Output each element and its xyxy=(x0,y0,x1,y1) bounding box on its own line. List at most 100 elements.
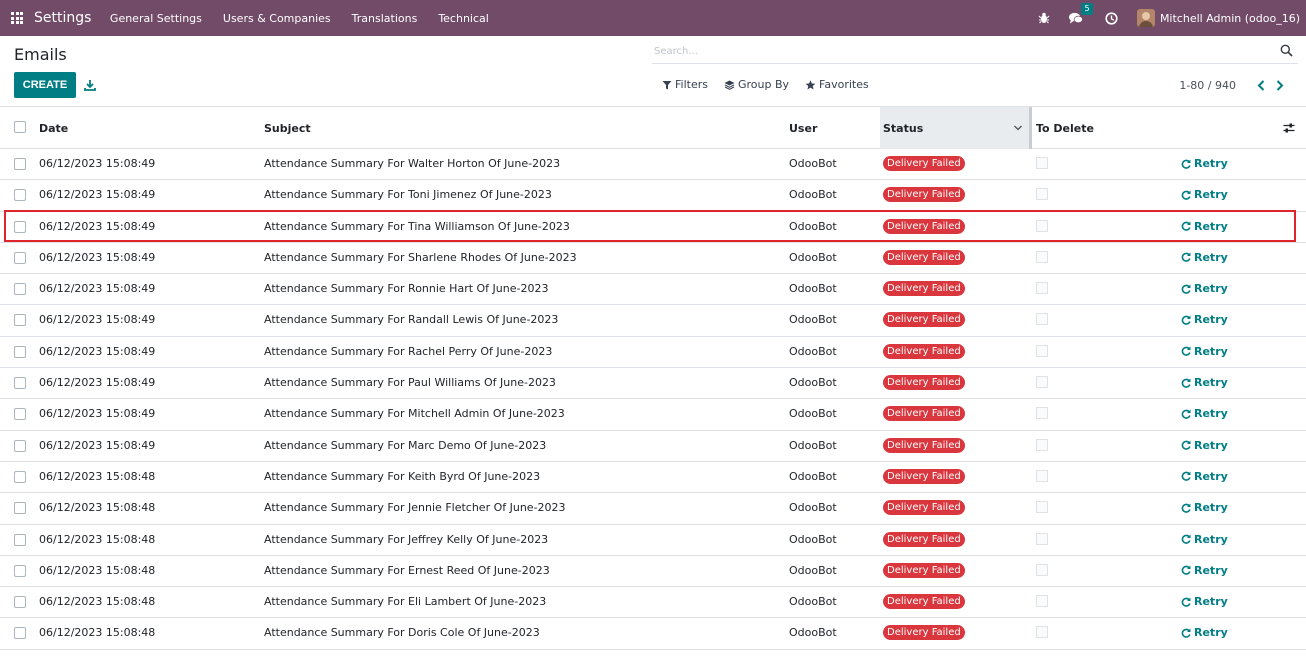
row-checkbox[interactable] xyxy=(14,564,26,577)
header-to-delete[interactable]: To Delete xyxy=(1036,122,1094,135)
retry-button[interactable]: Retry xyxy=(1181,501,1228,514)
table-row[interactable]: 06/12/2023 15:08:48 Attendance Summary Fo… xyxy=(0,556,1306,588)
select-all-checkbox[interactable] xyxy=(14,121,26,133)
header-user[interactable]: User xyxy=(789,122,817,135)
activity-clock-icon[interactable] xyxy=(1105,11,1119,25)
user-name[interactable]: Mitchell Admin (odoo_16) xyxy=(1160,12,1300,25)
table-row[interactable]: 06/12/2023 15:08:48 Attendance Summary Fo… xyxy=(0,618,1306,650)
column-resize-handle[interactable] xyxy=(1029,107,1032,149)
page-title: Emails xyxy=(14,45,67,64)
row-checkbox[interactable] xyxy=(14,283,26,296)
menu-general-settings[interactable]: General Settings xyxy=(99,12,212,25)
header-date[interactable]: Date xyxy=(39,122,68,135)
filters-button[interactable]: Filters xyxy=(662,78,708,91)
filter-icon xyxy=(662,80,672,89)
row-checkbox[interactable] xyxy=(14,220,26,233)
retry-label: Retry xyxy=(1194,313,1228,327)
retry-button[interactable]: Retry xyxy=(1181,470,1228,483)
refresh-icon xyxy=(1181,159,1191,169)
cell-subject: Attendance Summary For Jennie Fletcher O… xyxy=(264,501,566,515)
menu-users-companies[interactable]: Users & Companies xyxy=(212,12,341,25)
refresh-icon xyxy=(1181,190,1191,200)
retry-button[interactable]: Retry xyxy=(1181,313,1228,326)
create-button[interactable]: CREATE xyxy=(14,72,76,98)
row-checkbox[interactable] xyxy=(14,345,26,358)
row-checkbox[interactable] xyxy=(14,189,26,202)
row-checkbox[interactable] xyxy=(14,470,26,483)
retry-button[interactable]: Retry xyxy=(1181,564,1228,577)
to-delete-checkbox xyxy=(1036,469,1048,482)
pager-value[interactable]: 1-80 / 940 xyxy=(1179,79,1236,92)
row-checkbox[interactable] xyxy=(14,251,26,264)
table-row[interactable]: 06/12/2023 15:08:49 Attendance Summary Fo… xyxy=(0,180,1306,212)
table-row[interactable]: 06/12/2023 15:08:48 Attendance Summary Fo… xyxy=(0,525,1306,556)
table-row[interactable]: 06/12/2023 15:08:48 Attendance Summary Fo… xyxy=(0,587,1306,619)
retry-label: Retry xyxy=(1194,250,1228,264)
row-checkbox[interactable] xyxy=(14,533,26,546)
table-row[interactable]: 06/12/2023 15:08:49 Attendance Summary Fo… xyxy=(0,305,1306,337)
cell-subject: Attendance Summary For Marc Demo Of June… xyxy=(264,438,547,452)
row-checkbox[interactable] xyxy=(14,158,26,170)
retry-button[interactable]: Retry xyxy=(1181,626,1228,639)
chat-icon[interactable]: 5 xyxy=(1068,3,1094,25)
retry-button[interactable]: Retry xyxy=(1181,595,1228,608)
row-checkbox[interactable] xyxy=(14,596,26,609)
sort-chevron-down-icon[interactable] xyxy=(1013,123,1023,133)
menu-technical[interactable]: Technical xyxy=(428,12,500,25)
apps-menu-icon[interactable] xyxy=(11,12,23,24)
menu-translations[interactable]: Translations xyxy=(341,12,428,25)
optional-columns-sliders-icon[interactable] xyxy=(1283,122,1295,134)
to-delete-checkbox xyxy=(1036,282,1048,295)
retry-button[interactable]: Retry xyxy=(1181,376,1228,389)
bug-icon[interactable] xyxy=(1037,11,1051,25)
table-row[interactable]: 06/12/2023 15:08:49 Attendance Summary Fo… xyxy=(0,337,1306,369)
retry-button[interactable]: Retry xyxy=(1181,533,1228,546)
table-body: 06/12/2023 15:08:49 Attendance Summary Fo… xyxy=(0,149,1306,650)
retry-button[interactable]: Retry xyxy=(1181,157,1228,170)
row-checkbox[interactable] xyxy=(14,408,26,421)
retry-button[interactable]: Retry xyxy=(1181,251,1228,264)
row-checkbox[interactable] xyxy=(14,377,26,390)
cell-user: OdooBot xyxy=(789,376,837,390)
retry-button[interactable]: Retry xyxy=(1181,220,1228,233)
cell-user: OdooBot xyxy=(789,595,837,609)
refresh-icon xyxy=(1181,440,1191,450)
cell-user: OdooBot xyxy=(789,344,837,358)
table-row[interactable]: 06/12/2023 15:08:49 Attendance Summary Fo… xyxy=(0,212,1306,243)
row-checkbox[interactable] xyxy=(14,439,26,452)
table-row[interactable]: 06/12/2023 15:08:49 Attendance Summary Fo… xyxy=(0,399,1306,431)
star-icon xyxy=(805,79,816,89)
table-row[interactable]: 06/12/2023 15:08:48 Attendance Summary Fo… xyxy=(0,493,1306,525)
group-by-button[interactable]: Group By xyxy=(724,78,789,91)
table-row[interactable]: 06/12/2023 15:08:49 Attendance Summary Fo… xyxy=(0,149,1306,181)
table-row[interactable]: 06/12/2023 15:08:49 Attendance Summary Fo… xyxy=(0,431,1306,462)
cell-date: 06/12/2023 15:08:49 xyxy=(39,438,156,452)
group-by-label: Group By xyxy=(737,78,790,91)
row-checkbox[interactable] xyxy=(14,627,26,640)
retry-button[interactable]: Retry xyxy=(1181,345,1228,358)
header-status[interactable]: Status xyxy=(883,122,923,135)
table-row[interactable]: 06/12/2023 15:08:49 Attendance Summary Fo… xyxy=(0,368,1306,400)
favorites-button[interactable]: Favorites xyxy=(805,78,869,91)
table-row[interactable]: 06/12/2023 15:08:49 Attendance Summary Fo… xyxy=(0,243,1306,275)
row-checkbox[interactable] xyxy=(14,502,26,515)
user-avatar[interactable] xyxy=(1136,9,1155,27)
retry-button[interactable]: Retry xyxy=(1181,282,1228,295)
cell-date: 06/12/2023 15:08:49 xyxy=(39,407,156,421)
retry-button[interactable]: Retry xyxy=(1181,407,1228,420)
refresh-icon xyxy=(1181,315,1191,325)
retry-button[interactable]: Retry xyxy=(1181,188,1228,201)
pager-next-icon[interactable] xyxy=(1274,78,1286,92)
download-icon[interactable] xyxy=(84,79,96,91)
refresh-icon xyxy=(1181,628,1191,638)
search-icon[interactable] xyxy=(1280,44,1293,57)
header-subject[interactable]: Subject xyxy=(264,122,311,135)
table-row[interactable]: 06/12/2023 15:08:49 Attendance Summary Fo… xyxy=(0,274,1306,306)
table-row[interactable]: 06/12/2023 15:08:48 Attendance Summary Fo… xyxy=(0,462,1306,494)
search-input[interactable] xyxy=(652,46,1262,57)
row-checkbox[interactable] xyxy=(14,314,26,327)
status-badge: Delivery Failed xyxy=(883,500,965,516)
pager-previous-icon[interactable] xyxy=(1255,78,1267,92)
app-name[interactable]: Settings xyxy=(34,10,91,26)
retry-button[interactable]: Retry xyxy=(1181,439,1228,452)
